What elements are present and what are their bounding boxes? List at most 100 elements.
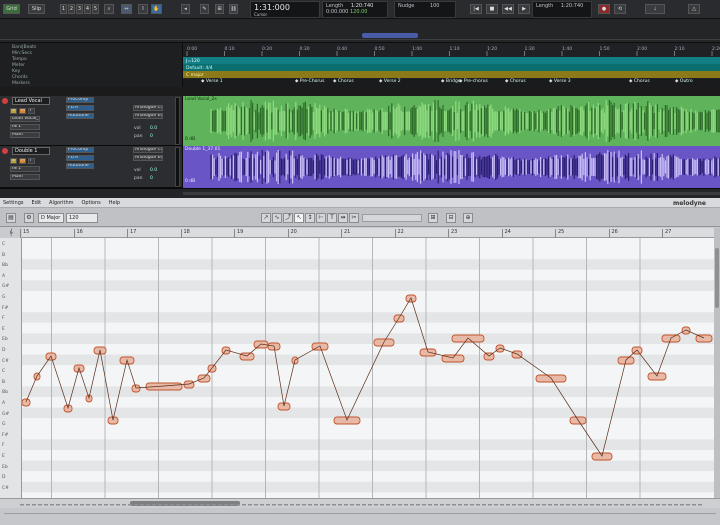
track-output-selector[interactable]: Main [10,174,40,180]
show-tracks-icon[interactable]: ⊕ [463,213,473,223]
marker[interactable]: ◆ Chorus [629,79,650,84]
note-blob[interactable] [22,398,31,407]
plugin-slot-1[interactable]: Analogue CS [133,147,163,153]
correct-pitch-icon[interactable]: ⊟ [446,213,456,223]
zoom-preset-5[interactable]: 5 [92,4,99,14]
track-input-selector[interactable]: IN 1 [10,124,40,130]
pan-value[interactable]: 0 [150,134,153,139]
grabber-tool-icon[interactable]: ✋ [151,4,162,14]
marker[interactable]: ◆ Pre-Chorus [295,79,324,84]
pencil-tool-icon[interactable]: ✎ [200,4,209,14]
plugin-slot-2[interactable]: Analogue EQ [133,155,163,161]
tool-zoom-icon[interactable]: ⌕ [104,4,114,14]
marker[interactable]: ◆ Verse 3 [549,79,571,84]
quantize-icon[interactable]: ⊞ [428,213,438,223]
plugin-slot-2[interactable]: Analogue EQ [133,113,163,119]
timeline-rulers[interactable]: 0:00 0:10 0:20 0:30 0:40 0:50 1:00 1:10 1:20 1:30… [183,43,720,87]
note-blob[interactable] [197,374,211,383]
track-input-selector[interactable]: IN 1 [10,166,40,172]
clip-lead-vocal[interactable]: Lead Vocal_2s 0 dB [183,96,720,146]
note-blob[interactable] [495,344,505,353]
loop-button[interactable]: ⟲ [614,4,626,14]
vertical-scrollbar[interactable] [714,228,720,498]
daw-hscroll[interactable] [183,192,720,195]
note-blob[interactable] [131,384,141,393]
menu-edit[interactable]: Edit [28,198,44,208]
record-arm-icon[interactable] [2,98,8,104]
scale-tuning-icon[interactable]: ⚙ [24,213,34,223]
note-editor[interactable] [22,238,714,498]
zoom-preset-3[interactable]: 3 [76,4,83,14]
input-monitor-button[interactable]: I [28,108,35,114]
melodyne-bar-ruler[interactable]: 15 16 17 18 19 20 21 22 23 24 25 26 27 [20,228,720,238]
track-header-lead-vocal[interactable]: Lead Vocal S M I Lead Vocal_2s IN 1 Main… [0,96,183,146]
insert-slot-1[interactable]: ProComp [66,147,94,153]
metronome-icon[interactable]: △ [688,4,700,14]
marker[interactable]: ◆ Pre-chorus [459,79,488,84]
sidebar-toggle-icon[interactable]: ▤ [6,213,16,223]
insert-slot-3[interactable]: Autotune [66,113,94,119]
pitch-mod-icon[interactable]: ∿ [272,213,282,223]
mute-button[interactable]: M [19,158,26,164]
insert-slot-2[interactable]: FLTR [66,105,94,111]
zoom-preset-2[interactable]: 2 [68,4,75,14]
link-icon[interactable]: ⛓ [229,4,238,14]
insert-slot-2[interactable]: FLTR [66,155,94,161]
pitch-tool-icon[interactable]: ↗ [261,213,271,223]
smart-tool-icon[interactable]: ⊞ [215,4,224,14]
menu-settings[interactable]: Settings [0,198,27,208]
formant-tool-icon[interactable]: T [327,213,337,223]
record-arm-icon[interactable] [2,148,8,154]
scrub-tool-icon[interactable]: ◂ [181,4,190,14]
track-view-selector[interactable]: Lead Vocal_2s [10,116,40,122]
vertical-scroll-thumb[interactable] [715,248,719,308]
tempo-lane[interactable]: J=120 [183,57,720,64]
menu-algorithm[interactable]: Algorithm [46,198,77,208]
time-tool-icon[interactable]: ⊢ [316,213,326,223]
main-tool-arrow-icon[interactable]: ↖ [294,213,304,223]
insert-slot-3[interactable]: Autotune [66,163,94,169]
note-blob[interactable] [483,352,495,361]
meter-lane[interactable]: Default: 4/4 [183,64,720,71]
stop-button[interactable]: ■ [486,4,498,14]
key-lane[interactable]: C major [183,71,720,78]
play-button[interactable]: ▶ [518,4,530,14]
grid-mode-button[interactable]: Grid [3,4,20,14]
marker[interactable]: ◆ Verse 1 [201,79,223,84]
note-blob[interactable] [419,348,437,357]
volume-value[interactable]: 0.0 [150,126,157,131]
pitch-drift-icon[interactable]: ⤴ [283,213,293,223]
marker-lane[interactable]: ◆ Verse 1 ◆ Pre-Chorus ◆ Chorus ◆ Verse 2 ◆ … [183,79,720,87]
track-name-field[interactable]: Double 1 [12,147,50,155]
note-blob[interactable] [511,350,523,359]
rewind-button[interactable]: ◀◀ [502,4,514,14]
amplitude-tool-icon[interactable]: ↕ [305,213,315,223]
slip-mode-button[interactable]: Slip [28,4,45,14]
pan-value[interactable]: 0 [150,176,153,181]
track-name-field[interactable]: Lead Vocal [12,97,50,105]
click-button[interactable]: ♩ [645,4,665,14]
overview-scroll-thumb[interactable] [362,33,418,38]
menu-help[interactable]: Help [106,198,123,208]
note-blob[interactable] [107,416,119,425]
marker[interactable]: ◆ Chorus [333,79,354,84]
zoom-preset-1[interactable]: 1 [60,4,67,14]
track-output-selector[interactable]: Main [10,132,40,138]
solo-button[interactable]: S [10,158,17,164]
note-blob[interactable] [239,352,255,361]
marker[interactable]: ◆ Chorus [505,79,526,84]
note-blob[interactable] [145,382,183,391]
note-blob[interactable] [695,334,713,343]
trim-tool-icon[interactable]: ⇔ [121,4,132,14]
menu-options[interactable]: Options [78,198,103,208]
key-selector[interactable]: D Major [38,213,64,223]
clip-double-1[interactable]: Double 1_37.01 0 dB [183,146,720,188]
note-blob[interactable] [681,326,691,335]
select-tool-icon[interactable]: I [138,4,148,14]
solo-button[interactable]: S [10,108,17,114]
marker[interactable]: ◆ Verse 2 [379,79,401,84]
nudge-display[interactable]: Nudge 100 [394,1,456,18]
marker[interactable]: ◆ Bridge [441,79,461,84]
note-separation-icon[interactable]: ⇹ [338,213,348,223]
plugin-slot-1[interactable]: Analogue CS [133,105,163,111]
